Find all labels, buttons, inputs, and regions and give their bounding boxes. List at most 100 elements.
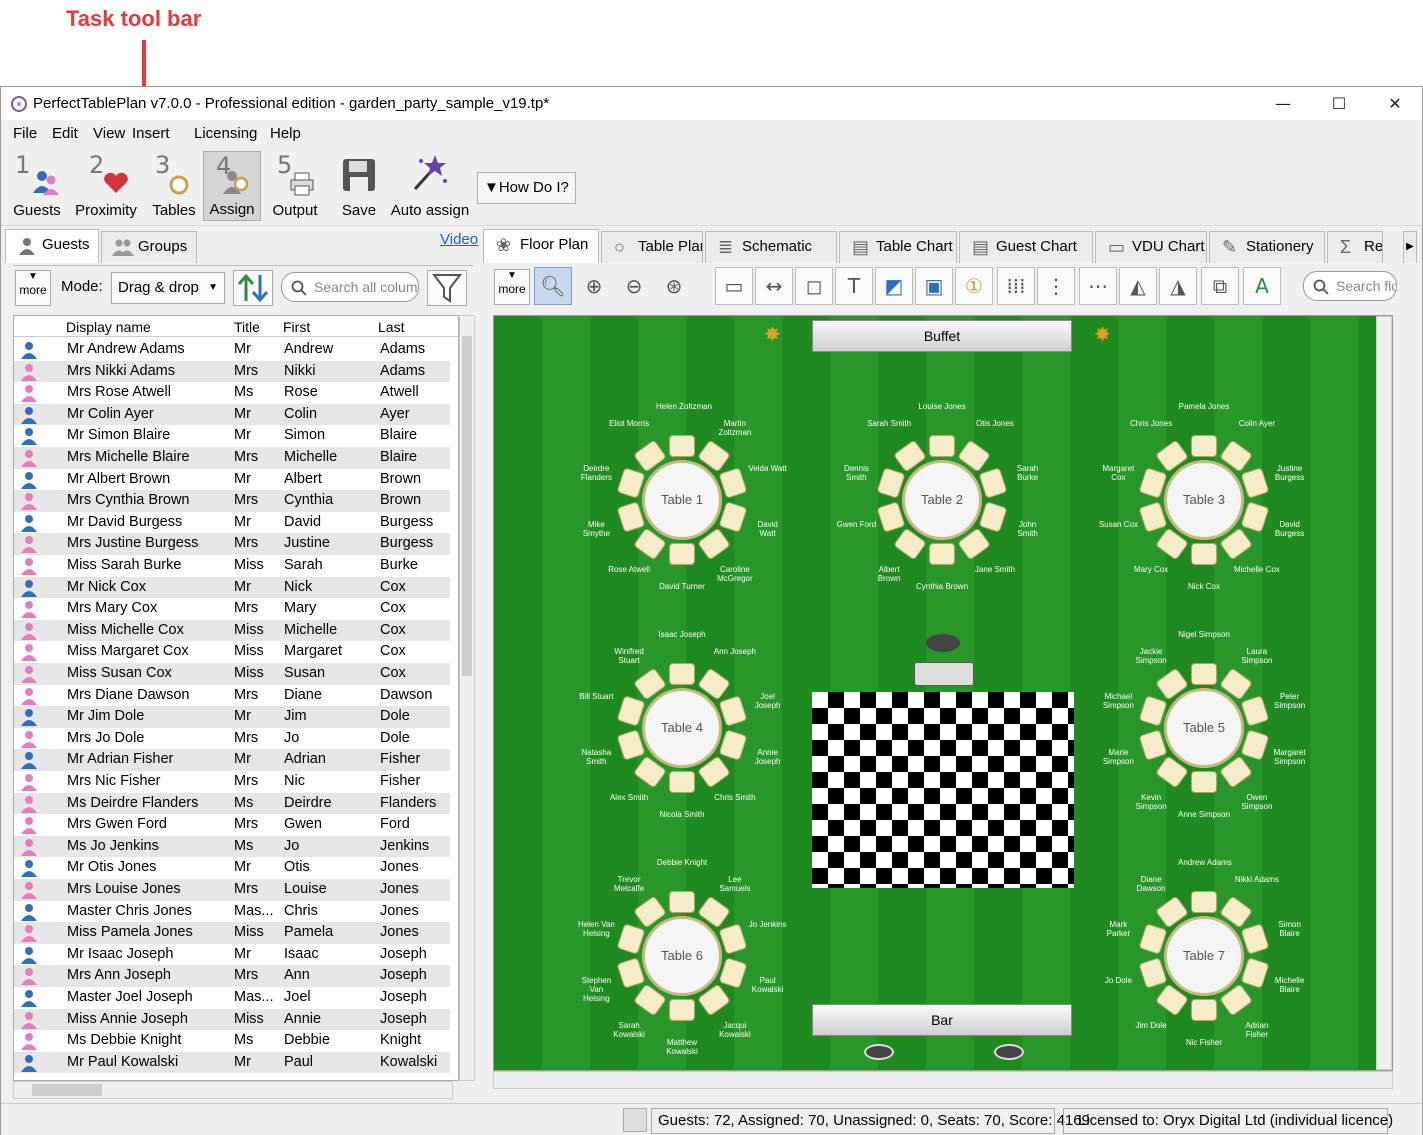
- seated-guest-name[interactable]: Eliot Morris: [603, 419, 655, 428]
- table-row[interactable]: Mr Isaac Joseph Mr Isaac Joseph: [14, 944, 450, 966]
- seated-guest-name[interactable]: Matthew Kowalski: [656, 1038, 708, 1056]
- table-row[interactable]: Mr Andrew Adams Mr Andrew Adams: [14, 339, 450, 361]
- seat[interactable]: [669, 663, 695, 685]
- seated-guest-name[interactable]: Michelle Cox: [1231, 565, 1283, 574]
- table-row[interactable]: Ms Deirdre Flanders Ms Deirdre Flanders: [14, 792, 450, 815]
- table-row[interactable]: Mrs Louise Jones Mrs Louise Jones: [14, 879, 450, 901]
- table-row[interactable]: Ms Jo Jenkins Ms Jo Jenkins: [14, 835, 450, 858]
- seated-guest-name[interactable]: Velda Watt: [742, 464, 794, 473]
- guest-list-horizontal-scrollbar[interactable]: [13, 1081, 453, 1099]
- seated-guest-name[interactable]: Alex Smith: [603, 793, 655, 802]
- menu-file[interactable]: File: [13, 125, 37, 142]
- seated-guest-name[interactable]: Mary Cox: [1125, 565, 1177, 574]
- seated-guest-name[interactable]: Colin Ayer: [1231, 419, 1283, 428]
- floor-plan-search-input[interactable]: Search floor plan: [1303, 271, 1397, 301]
- seated-guest-name[interactable]: Rose Atwell: [603, 565, 655, 574]
- seated-guest-name[interactable]: David Turner: [656, 582, 708, 591]
- table-row[interactable]: Miss Sarah Burke Miss Sarah Burke: [14, 555, 450, 577]
- seat[interactable]: [1191, 543, 1217, 565]
- seated-guest-name[interactable]: Jane Smith: [969, 565, 1021, 574]
- grid-arrange-button[interactable]: ⁞⁞⁞: [997, 267, 1035, 305]
- seated-guest-name[interactable]: Bill Stuart: [570, 692, 622, 701]
- seat[interactable]: [669, 891, 695, 913]
- seated-guest-name[interactable]: Winifred Stuart: [603, 647, 655, 665]
- auto-assign-button[interactable]: Auto assign: [389, 151, 471, 221]
- round-table[interactable]: Table 1: [616, 434, 748, 566]
- seated-guest-name[interactable]: Helen Zoltzman: [656, 402, 712, 411]
- tab-groups[interactable]: Groups: [101, 231, 197, 263]
- mode-select[interactable]: Drag & drop ▼: [111, 272, 225, 304]
- round-table[interactable]: Table 6: [616, 890, 748, 1022]
- seated-guest-name[interactable]: Nigel Simpson: [1178, 630, 1230, 639]
- seated-guest-name[interactable]: Stephen Van Helsing: [570, 976, 622, 1003]
- tab-table-plan[interactable]: ○ Table Plan: [601, 231, 703, 263]
- flip-vertical-button[interactable]: ◮: [1159, 267, 1197, 305]
- table-row[interactable]: Mrs Ann Joseph Mrs Ann Joseph: [14, 965, 450, 987]
- column-header-display-name[interactable]: Display name: [66, 319, 151, 335]
- seat[interactable]: [1191, 999, 1217, 1021]
- seated-guest-name[interactable]: Margaret Cox: [1092, 464, 1144, 482]
- seated-guest-name[interactable]: Sarah Smith: [863, 419, 915, 428]
- seated-guest-name[interactable]: Jacqui Kowalski: [709, 1021, 761, 1039]
- scroll-thumb[interactable]: [462, 336, 472, 676]
- seated-guest-name[interactable]: Helen Van Helsing: [570, 920, 622, 938]
- save-button[interactable]: Save: [335, 151, 383, 221]
- zoom-in-button[interactable]: ⊕: [575, 267, 613, 305]
- menu-insert[interactable]: Insert: [132, 125, 170, 142]
- column-header-first[interactable]: First: [283, 319, 310, 335]
- menu-view[interactable]: View: [93, 125, 125, 142]
- table-row[interactable]: Ms Debbie Knight Ms Debbie Knight: [14, 1030, 450, 1052]
- menu-edit[interactable]: Edit: [52, 125, 78, 142]
- table-row[interactable]: Mrs Jo Dole Mrs Jo Dole: [14, 728, 450, 750]
- seated-guest-name[interactable]: David Burgess: [1264, 520, 1316, 538]
- seated-guest-name[interactable]: Debbie Knight: [656, 858, 708, 867]
- align-button[interactable]: ⧉: [1201, 267, 1239, 305]
- proximity-task-button[interactable]: 2 Proximity: [73, 151, 139, 221]
- round-table[interactable]: Table 5: [1138, 662, 1270, 794]
- table-row[interactable]: Mr Paul Kowalski Mr Paul Kowalski: [14, 1051, 450, 1074]
- table-row[interactable]: Master Chris Jones Mas... Chris Jones: [14, 901, 450, 923]
- seat[interactable]: [1191, 891, 1217, 913]
- image-button[interactable]: ▣: [915, 267, 953, 305]
- seated-guest-name[interactable]: Kevin Simpson: [1125, 793, 1177, 811]
- round-table[interactable]: Table 2: [876, 434, 1008, 566]
- tab-rep[interactable]: Σ Rep: [1327, 231, 1383, 263]
- seated-guest-name[interactable]: Nicola Smith: [656, 810, 708, 819]
- table-row[interactable]: Mr Adrian Fisher Mr Adrian Fisher: [14, 749, 450, 771]
- minimize-button[interactable]: —: [1258, 90, 1308, 118]
- flip-horizontal-button[interactable]: ◭: [1119, 267, 1157, 305]
- menu-help[interactable]: Help: [270, 125, 301, 142]
- seated-guest-name[interactable]: Nikki Adams: [1231, 875, 1283, 884]
- buffet-table[interactable]: Buffet: [812, 320, 1072, 352]
- seated-guest-name[interactable]: Marie Simpson: [1092, 748, 1144, 766]
- seat[interactable]: [929, 435, 955, 457]
- seat[interactable]: [669, 999, 695, 1021]
- column-header-title[interactable]: Title: [234, 319, 260, 335]
- table-row[interactable]: Mr David Burgess Mr David Burgess: [14, 512, 450, 534]
- seat[interactable]: [669, 543, 695, 565]
- seated-guest-name[interactable]: Jackie Simpson: [1125, 647, 1177, 665]
- zoom-out-button[interactable]: ⊖: [615, 267, 653, 305]
- seated-guest-name[interactable]: Peter Simpson: [1264, 692, 1316, 710]
- table-row[interactable]: Miss Susan Cox Miss Susan Cox: [14, 663, 450, 685]
- vertical-arrange-button[interactable]: ⋮: [1037, 267, 1075, 305]
- seated-guest-name[interactable]: Andrew Adams: [1178, 858, 1232, 867]
- table-row[interactable]: Mrs Nikki Adams Mrs Nikki Adams: [14, 360, 450, 383]
- seat[interactable]: [929, 543, 955, 565]
- seated-guest-name[interactable]: Sarah Burke: [1002, 464, 1054, 482]
- guest-search-input[interactable]: Search all columns: [281, 272, 419, 302]
- more-options-button[interactable]: ▼ more: [494, 269, 530, 305]
- table-row[interactable]: Mrs Cynthia Brown Mrs Cynthia Brown: [14, 490, 450, 512]
- table-row[interactable]: Mrs Nic Fisher Mrs Nic Fisher: [14, 771, 450, 793]
- table-row[interactable]: Mrs Justine Burgess Mrs Justine Burgess: [14, 533, 450, 555]
- zoom-fit-button[interactable]: ⊛: [655, 267, 693, 305]
- seated-guest-name[interactable]: Louise Jones: [916, 402, 968, 411]
- seated-guest-name[interactable]: Paul Kowalski: [742, 976, 794, 994]
- seat[interactable]: [1191, 771, 1217, 793]
- seated-guest-name[interactable]: Otis Jones: [969, 419, 1021, 428]
- dimension-button[interactable]: ↔: [755, 267, 793, 305]
- text-button[interactable]: T: [835, 267, 873, 305]
- seated-guest-name[interactable]: Chris Jones: [1125, 419, 1177, 428]
- seated-guest-name[interactable]: Cynthia Brown: [916, 582, 968, 591]
- tab-vdu-chart[interactable]: ▭ VDU Chart: [1095, 231, 1207, 263]
